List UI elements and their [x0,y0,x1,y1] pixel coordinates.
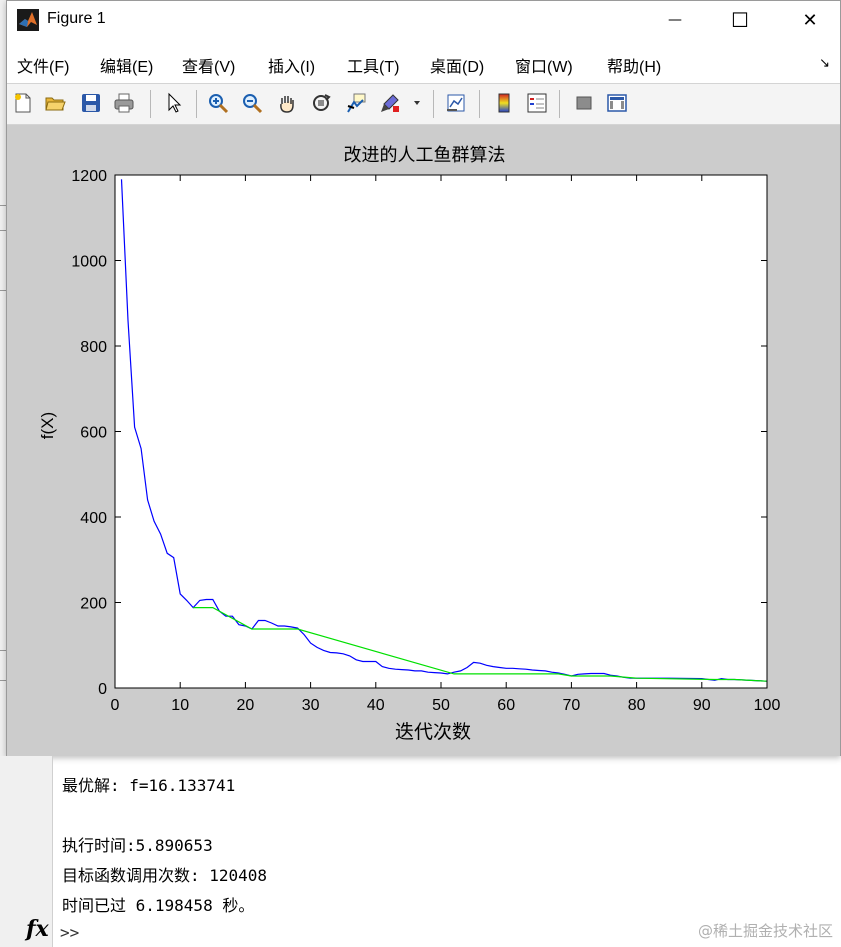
menu-tools[interactable]: 工具(T) [347,53,399,77]
toolbar-separator [150,90,151,118]
x-tick-label: 10 [171,697,189,714]
toolbar-separator [433,90,434,118]
line-chart[interactable]: 0 10 20 30 40 50 60 70 80 90 100020040060080010001… [7,125,841,756]
title-bar[interactable]: Figure 1 — ☐ ✕ [7,1,840,41]
close-button[interactable]: ✕ [787,5,833,35]
brush-dropdown-icon[interactable] [411,90,423,116]
x-tick-label: 20 [237,697,255,714]
window-title: Figure 1 [47,10,106,27]
close-icon: ✕ [802,9,818,31]
menu-edit[interactable]: 编辑(E) [100,53,153,77]
figure-canvas: 改进的人工鱼群算法 0 10 20 30 40 50 60 70 80 90 100 0 200 400 6… [7,125,840,756]
menu-bar: 文件(F) 编辑(E) 查看(V) 插入(I) 工具(T) 桌面(D) 窗口(W… [7,43,840,81]
zoom-in-icon[interactable] [205,90,231,116]
link-plot-icon[interactable] [443,90,469,116]
y-tick-label: 400 [80,510,107,527]
y-tick-label: 1200 [71,168,107,185]
toolbar-separator [559,90,560,118]
fx-icon[interactable]: fx [26,916,49,942]
menu-view[interactable]: 查看(V) [182,53,235,77]
colorbar-icon[interactable] [491,90,517,116]
x-tick-label: 50 [432,697,450,714]
new-figure-icon[interactable] [10,90,36,116]
result-line: 最优解: f=16.133741 [62,776,236,795]
print-icon[interactable] [111,90,137,116]
y-tick-label: 800 [80,339,107,356]
x-tick-label: 30 [302,697,320,714]
x-tick-label: 40 [367,697,385,714]
y-axis-label: f(X) [38,412,57,439]
plot-area [115,175,767,688]
zoom-out-icon[interactable] [239,90,265,116]
y-tick-label: 200 [80,596,107,613]
toolbar-separator [479,90,480,118]
menu-file[interactable]: 文件(F) [17,53,69,77]
pointer-icon[interactable] [161,90,187,116]
pan-icon[interactable] [274,90,300,116]
brush-icon[interactable] [377,90,403,116]
menu-overflow-icon[interactable]: ↘ [819,56,830,71]
command-window[interactable]: 最优解: f=16.133741 执行时间:5.890653 目标函数调用次数:… [0,756,841,947]
minimize-button[interactable]: — [652,5,698,35]
call-count-line: 目标函数调用次数: 120408 [62,866,268,885]
x-tick-label: 100 [754,697,781,714]
menu-help[interactable]: 帮助(H) [607,53,661,77]
menu-desktop[interactable]: 桌面(D) [430,53,484,77]
watermark: @稀土掘金技术社区 [697,922,833,940]
hide-plot-tools-icon[interactable] [571,90,597,116]
y-tick-label: 1000 [71,254,107,271]
figure-window: Figure 1 — ☐ ✕ 文件(F) 编辑(E) 查看(V) 插入(I) 工… [6,0,841,756]
x-tick-label: 60 [497,697,515,714]
legend-icon[interactable] [524,90,550,116]
maximize-button[interactable]: ☐ [717,5,763,35]
save-icon[interactable] [78,90,104,116]
toolbar-separator [196,90,197,118]
menu-window[interactable]: 窗口(W) [515,53,573,77]
open-file-icon[interactable] [42,90,68,116]
y-tick-label: 600 [80,425,107,442]
x-axis-label: 迭代次数 [395,721,471,743]
x-tick-label: 0 [111,697,120,714]
x-tick-label: 80 [628,697,646,714]
maximize-icon: ☐ [731,8,749,32]
matlab-logo-icon [17,9,39,31]
rotate-3d-icon[interactable] [308,90,334,116]
minimize-icon: — [668,12,682,28]
data-cursor-icon[interactable] [343,90,369,116]
show-plot-tools-icon[interactable] [604,90,630,116]
y-tick-label: 0 [98,681,107,698]
menu-insert[interactable]: 插入(I) [268,53,315,77]
command-prompt[interactable]: >> [60,923,79,942]
x-tick-label: 90 [693,697,711,714]
figure-toolbar [7,83,840,125]
x-tick-label: 70 [563,697,581,714]
elapsed-time-line: 时间已过 6.198458 秒。 [62,896,255,915]
execution-time-line: 执行时间:5.890653 [62,836,213,855]
